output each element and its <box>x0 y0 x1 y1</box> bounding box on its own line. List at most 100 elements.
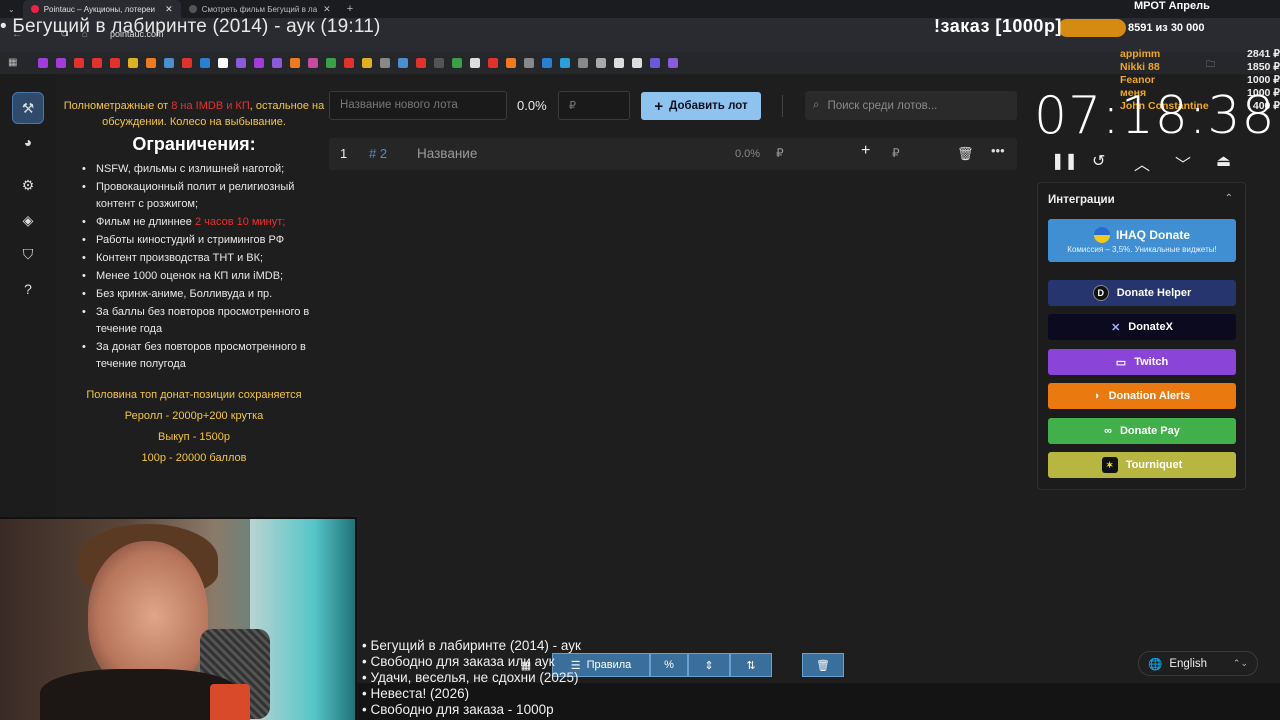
new-tab-icon[interactable]: + <box>339 3 361 15</box>
bookmark-icon[interactable] <box>506 58 516 68</box>
bookmark-icon[interactable] <box>632 58 642 68</box>
lot-amount-input[interactable]: ₽ <box>776 146 784 160</box>
donatex-label: DonateX <box>1128 321 1173 333</box>
bookmark-icon[interactable] <box>596 58 606 68</box>
language-select[interactable]: 🌐 English ⌃⌄ <box>1138 651 1258 676</box>
compress-icon[interactable]: ⇕ <box>688 653 730 677</box>
bookmark-icon[interactable] <box>650 58 660 68</box>
shield-icon[interactable]: ⛉ <box>12 238 44 270</box>
donation-alerts-button[interactable]: ◗ Donation Alerts <box>1048 383 1236 409</box>
bookmark-icon[interactable] <box>146 58 156 68</box>
tourniquet-button[interactable]: ✶ Tourniquet <box>1048 452 1236 478</box>
plus-icon: + <box>654 97 664 115</box>
auction-hammer-icon[interactable]: ⚒ <box>12 92 44 124</box>
bookmark-icon[interactable] <box>668 58 678 68</box>
double-up-icon[interactable]: ⏏ <box>1216 151 1231 171</box>
bookmark-icon[interactable] <box>110 58 120 68</box>
reset-icon[interactable]: ↺ <box>1092 151 1105 171</box>
bookmark-icon[interactable] <box>92 58 102 68</box>
bookmark-icon[interactable] <box>218 58 228 68</box>
donate-pay-button[interactable]: ∞ Donate Pay <box>1048 418 1236 444</box>
close-tab-icon[interactable]: ✕ <box>323 4 331 15</box>
pause-icon[interactable]: ❚❚ <box>1051 151 1078 171</box>
bookmark-icon[interactable] <box>434 58 444 68</box>
settings-gear-icon[interactable]: ⚙ <box>12 169 44 201</box>
lot-name-input[interactable]: Название <box>417 146 477 161</box>
bookmarks-bar: ▦ 🗀 <box>0 52 1280 74</box>
add-amount-icon[interactable]: + <box>861 142 870 160</box>
donor-row: Nikki 88 1850 ₽ <box>1120 61 1280 74</box>
delete-lot-icon[interactable]: 🗑 <box>957 146 974 162</box>
help-icon[interactable]: ? <box>12 273 44 305</box>
clear-lots-icon[interactable]: 🗑 <box>802 653 844 677</box>
restriction-item: Контент производства ТНТ и ВК; <box>82 250 328 267</box>
bookmark-icon[interactable] <box>362 58 372 68</box>
twitch-button[interactable]: ▭ Twitch <box>1048 349 1236 375</box>
bookmark-icon[interactable] <box>614 58 624 68</box>
bookmark-icon[interactable] <box>200 58 210 68</box>
sort-icon[interactable]: ⇅ <box>730 653 772 677</box>
layers-icon[interactable]: ◈ <box>12 204 44 236</box>
lot-search-input[interactable]: ⌕ Поиск среди лотов... <box>805 91 1017 120</box>
bookmark-icon[interactable] <box>542 58 552 68</box>
restrictions-list: NSFW, фильмы с излишней наготой; Провока… <box>60 161 328 373</box>
restriction-text: Фильм не длиннее <box>96 216 195 228</box>
bookmark-icon[interactable] <box>470 58 480 68</box>
queue-ticker: • Бегущий в лабиринте (2014) - аук • Сво… <box>362 638 581 718</box>
rules-footer-line: 100р - 20000 баллов <box>141 452 247 464</box>
bookmark-icon[interactable] <box>182 58 192 68</box>
donate-helper-button[interactable]: D Donate Helper <box>1048 280 1236 306</box>
wheel-icon[interactable]: ◕ <box>12 126 44 158</box>
collapse-chevron-icon[interactable]: ⌃ <box>1225 193 1233 204</box>
bookmark-icon[interactable] <box>254 58 264 68</box>
bookmark-icon[interactable] <box>56 58 66 68</box>
ihaq-donate-button[interactable]: IHAQ Donate Комиссия – 3,5%. Уникальные … <box>1048 219 1236 262</box>
bookmark-icon[interactable] <box>236 58 246 68</box>
percent-toggle-icon[interactable]: % <box>650 653 688 677</box>
close-tab-icon[interactable]: ✕ <box>165 4 173 15</box>
bookmark-icon[interactable] <box>128 58 138 68</box>
bookmark-icon[interactable] <box>398 58 408 68</box>
bookmark-icon[interactable] <box>164 58 174 68</box>
donatex-button[interactable]: ✕ DonateX <box>1048 314 1236 340</box>
donor-amount: 1850 ₽ <box>1247 61 1280 73</box>
add-time-icon[interactable]: ︿ <box>1134 151 1150 175</box>
more-options-icon[interactable]: ••• <box>991 143 1005 158</box>
bookmark-icon[interactable] <box>308 58 318 68</box>
bookmark-icon[interactable] <box>38 58 48 68</box>
integrations-title: Интеграции <box>1048 194 1115 206</box>
rules-panel: Полнометражные от 8 на IMDB и КП, осталь… <box>60 98 328 469</box>
bookmark-icon[interactable] <box>380 58 390 68</box>
tab-list-chevron-icon[interactable]: ⌄ <box>0 5 23 14</box>
apps-grid-icon[interactable]: ▦ <box>8 57 17 68</box>
restriction-item: NSFW, фильмы с излишней наготой; <box>82 161 328 178</box>
add-lot-button[interactable]: + Добавить лот <box>641 92 761 120</box>
new-lot-amount-input[interactable]: ₽ <box>558 91 630 120</box>
bookmark-icon[interactable] <box>344 58 354 68</box>
restriction-item: За донат без повторов просмотренного в т… <box>82 339 328 373</box>
rules-footer-line: Половина топ донат-позиции сохраняется <box>86 389 302 401</box>
ihaq-label: IHAQ Donate <box>1115 228 1190 242</box>
add-lot-label: Добавить лот <box>669 100 748 112</box>
bookmark-icon[interactable] <box>74 58 84 68</box>
bookmark-icon[interactable] <box>578 58 588 68</box>
restriction-item: Провокационный полит и религиозный конте… <box>82 179 328 213</box>
lot-row: 1 # 2 Название 0.0% ₽ + ₽ 🗑 ••• <box>329 138 1017 170</box>
donate-pay-logo-icon: ∞ <box>1104 425 1112 437</box>
bookmark-icon[interactable] <box>524 58 534 68</box>
lot-add-amount-input[interactable]: ₽ <box>892 146 900 160</box>
bookmark-icon[interactable] <box>560 58 570 68</box>
toolbar-divider <box>782 95 783 117</box>
bookmark-icon[interactable] <box>452 58 462 68</box>
new-lot-name-input[interactable]: Название нового лота <box>329 91 507 120</box>
webcam-feed <box>0 517 357 720</box>
restriction-item: За баллы без повторов просмотренного в т… <box>82 304 328 338</box>
bookmark-icon[interactable] <box>416 58 426 68</box>
subtract-time-icon[interactable]: ﹀ <box>1175 151 1191 175</box>
order-progress-bar <box>1058 19 1126 37</box>
bookmark-icon[interactable] <box>326 58 336 68</box>
bookmark-icon[interactable] <box>488 58 498 68</box>
bookmark-icon[interactable] <box>272 58 282 68</box>
bookmark-icon[interactable] <box>290 58 300 68</box>
donate-helper-label: Donate Helper <box>1116 287 1192 299</box>
